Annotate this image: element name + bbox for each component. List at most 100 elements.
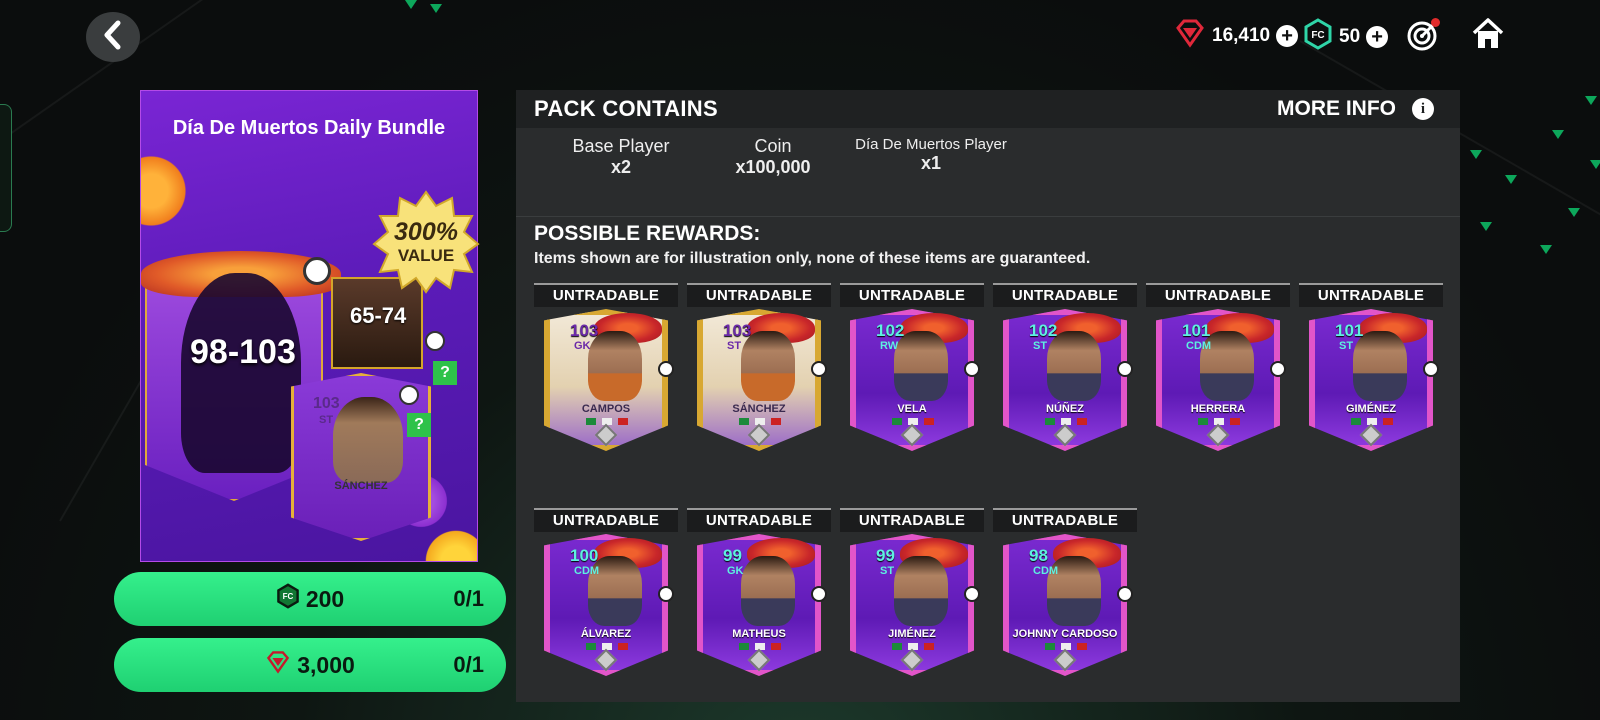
pack-title: Día De Muertos Daily Bundle (172, 117, 446, 139)
value-label: VALUE (397, 246, 455, 265)
reward-item[interactable]: UNTRADABLE 99 GK MATHEUS (687, 508, 831, 708)
untradable-icon (811, 361, 827, 377)
card-position: GK (727, 565, 744, 577)
reward-item[interactable]: UNTRADABLE 102 ST NÚÑEZ (993, 283, 1137, 483)
untradable-label: UNTRADABLE (687, 283, 831, 307)
card-player-name: NÚÑEZ (1046, 403, 1084, 415)
reward-item[interactable]: UNTRADABLE 103 ST SÁNCHEZ (687, 283, 831, 483)
contains-qty: x2 (610, 157, 632, 177)
reward-item[interactable]: UNTRADABLE 103 GK CAMPOS (534, 283, 678, 483)
untradable-icon (303, 257, 331, 285)
side-tab[interactable] (0, 104, 12, 232)
untradable-label: UNTRADABLE (1146, 283, 1290, 307)
card-rating: 102 (876, 321, 905, 340)
objectives-button[interactable] (1404, 16, 1444, 56)
player-card[interactable]: 102 ST NÚÑEZ (1003, 309, 1133, 451)
player-card[interactable]: 101 ST GIMÉNEZ (1309, 309, 1439, 451)
marigold-decoration (421, 526, 477, 561)
notification-dot (1431, 18, 1440, 27)
player-photo (894, 331, 948, 401)
player-card[interactable]: 103 GK CAMPOS (544, 309, 674, 451)
gems-balance: 16,410 + (1174, 18, 1299, 54)
back-button[interactable] (86, 12, 140, 62)
contains-label: Día De Muertos Player (855, 136, 1007, 153)
untradable-label: UNTRADABLE (993, 508, 1137, 532)
player-photo (1353, 331, 1407, 401)
chevron-left-icon (101, 20, 125, 55)
contains-item: Día De Muertos Player x1 (836, 136, 1026, 174)
player-photo (894, 556, 948, 626)
fc-points-amount: 50 (1339, 26, 1361, 47)
reward-item[interactable]: UNTRADABLE 99 ST JIMÉNEZ (840, 508, 984, 708)
home-icon (1470, 16, 1506, 57)
fc-points-icon: FC (1303, 18, 1333, 56)
svg-text:FC: FC (1311, 30, 1324, 41)
more-info-link[interactable]: MORE INFO (1277, 97, 1396, 121)
divider (516, 216, 1460, 217)
player-card[interactable]: 100 CDM ÁLVAREZ (544, 534, 674, 676)
contains-label: Base Player (572, 136, 670, 156)
rewards-disclaimer: Items shown are for illustration only, n… (534, 250, 1091, 267)
pack-contents-panel: PACK CONTAINS MORE INFO i Base Player x2… (516, 90, 1460, 702)
fc-points-icon: FC (276, 583, 300, 615)
home-button[interactable] (1468, 16, 1508, 56)
untradable-label: UNTRADABLE (534, 508, 678, 532)
card-player-name: JIMÉNEZ (888, 628, 936, 640)
player-card[interactable]: 98 CDM JOHNNY CARDOSO (1003, 534, 1133, 676)
info-icon[interactable]: i (1412, 98, 1434, 120)
gems-price: 3,000 (297, 651, 355, 678)
player-card[interactable]: 102 RW VELA (850, 309, 980, 451)
untradable-icon (811, 586, 827, 602)
add-fc-points-button[interactable]: + (1366, 26, 1389, 48)
player-silhouette (181, 273, 301, 473)
reward-item[interactable]: UNTRADABLE 101 CDM HERRERA (1146, 283, 1290, 483)
card-position: ST (1033, 340, 1048, 352)
player-card[interactable]: 99 GK MATHEUS (697, 534, 827, 676)
card-player-name: HERRERA (1190, 403, 1246, 415)
card-player-name: SÁNCHEZ (732, 403, 786, 415)
gems-amount: 16,410 (1212, 25, 1271, 46)
untradable-icon (1423, 361, 1439, 377)
card-rating: 103 (723, 321, 752, 340)
card-rating: 103 (570, 321, 599, 340)
untradable-label: UNTRADABLE (993, 283, 1137, 307)
card-position: RW (880, 340, 899, 352)
reward-item[interactable]: UNTRADABLE 100 CDM ÁLVAREZ (534, 508, 678, 708)
reward-item[interactable]: UNTRADABLE 98 CDM JOHNNY CARDOSO (993, 508, 1137, 708)
untradable-label: UNTRADABLE (840, 508, 984, 532)
untradable-icon (399, 385, 419, 405)
marigold-decoration (141, 151, 191, 231)
buy-with-fc-points-button[interactable]: FC 200 0/1 (114, 572, 506, 626)
untradable-icon (1117, 361, 1133, 377)
untradable-label: UNTRADABLE (1299, 283, 1443, 307)
card-player-name: JOHNNY CARDOSO (1012, 628, 1118, 640)
mystery-card-tag: ? (433, 361, 457, 385)
top-bar: 16,410 + FC 50 + (0, 0, 1600, 74)
featured-player-photo (333, 397, 403, 483)
untradable-label: UNTRADABLE (534, 283, 678, 307)
card-player-name: MATHEUS (732, 628, 786, 640)
card-position: ST (880, 565, 895, 577)
pack-artwork[interactable]: Día De Muertos Daily Bundle 103 ST SÁNCH… (140, 90, 478, 562)
reward-item[interactable]: UNTRADABLE 102 RW VELA (840, 283, 984, 483)
untradable-icon (425, 331, 445, 351)
featured-name: SÁNCHEZ (334, 480, 388, 492)
fc-points-price: 200 (305, 585, 345, 612)
featured-position: ST (319, 414, 334, 426)
reward-item[interactable]: UNTRADABLE 101 ST GIMÉNEZ (1299, 283, 1443, 483)
buy-with-gems-button[interactable]: 3,000 0/1 (114, 638, 506, 692)
untradable-icon (964, 361, 980, 377)
player-card[interactable]: 103 ST SÁNCHEZ (697, 309, 827, 451)
untradable-icon (658, 361, 674, 377)
add-gems-button[interactable]: + (1276, 25, 1299, 47)
player-card[interactable]: 101 CDM HERRERA (1156, 309, 1286, 451)
player-card[interactable]: 99 ST JIMÉNEZ (850, 534, 980, 676)
player-photo (588, 331, 642, 401)
panel-title: PACK CONTAINS (534, 96, 718, 121)
card-position: CDM (1033, 565, 1059, 577)
card-player-name: CAMPOS (581, 403, 631, 415)
gem-icon (1174, 18, 1206, 54)
untradable-icon (658, 586, 674, 602)
contains-qty: x100,000 (735, 157, 811, 177)
gem-icon (265, 650, 291, 680)
